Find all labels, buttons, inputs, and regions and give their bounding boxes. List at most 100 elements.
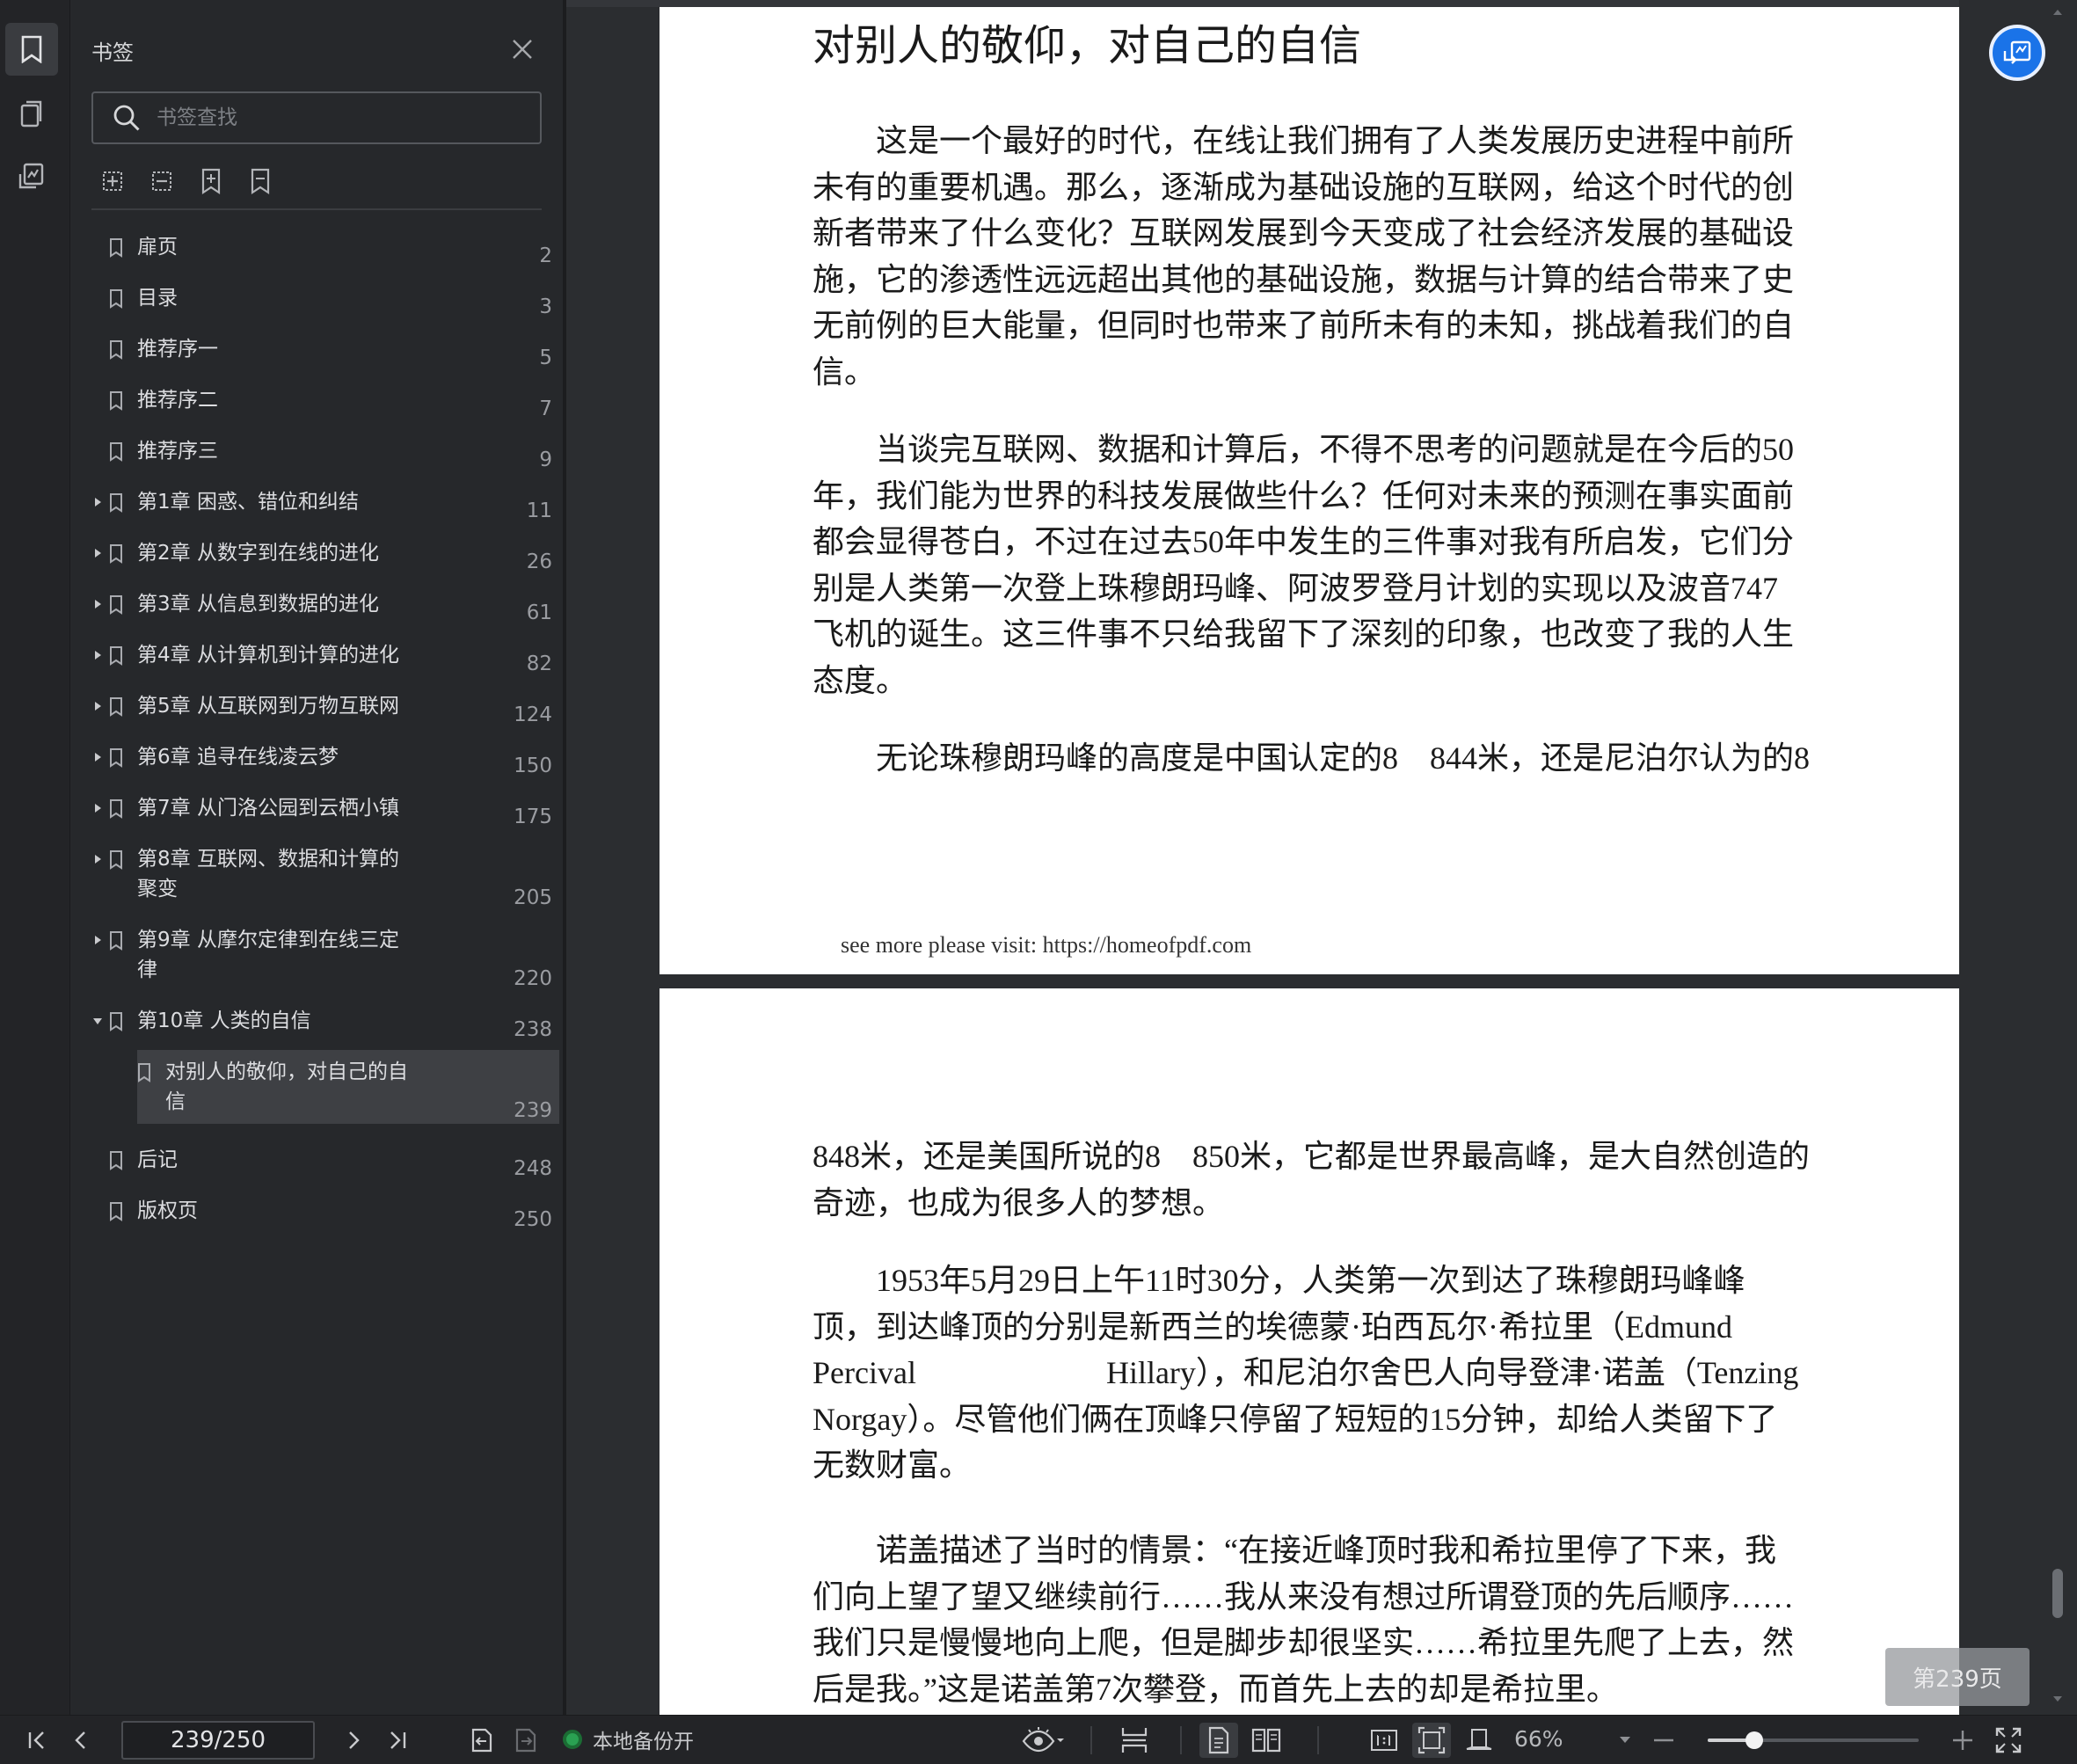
bookmark-item[interactable]: 第6章 追寻在线凌云梦 150 [70, 742, 552, 777]
next-page-button[interactable] [336, 1723, 371, 1758]
bookmark-item[interactable]: 后记 248 [70, 1145, 552, 1180]
go-back-button[interactable] [464, 1723, 499, 1758]
panel-divider [91, 208, 542, 210]
bookmark-panel-button[interactable] [5, 23, 58, 76]
bookmark-label: 第10章 人类的自信 [137, 1006, 311, 1036]
eye-care-mode-button[interactable] [1018, 1723, 1068, 1758]
bookmark-flag-icon [109, 646, 123, 666]
bookmark-label: 版权页 [137, 1196, 198, 1226]
caret-right-icon[interactable] [91, 496, 104, 508]
text-line: 都会显得苍白，不过在过去50年中发生的三件事对我有所启发，它们分 [813, 524, 1795, 559]
scroll-up-arrow[interactable] [2052, 7, 2063, 18]
zoom-out-button[interactable] [1648, 1723, 1680, 1758]
bookmark-page-number: 238 [514, 1018, 552, 1041]
caret-right-icon[interactable] [91, 934, 104, 946]
caret-right-icon[interactable] [91, 700, 104, 712]
text-line: 未有的重要机遇。那么，逐渐成为基础设施的互联网，给这个时代的创 [813, 169, 1795, 205]
text-line: 848米，还是美国所说的8 850米，它都是世界最高峰，是大自然创造的 [813, 1139, 1811, 1174]
bookmark-item[interactable]: 第5章 从互联网到万物互联网 124 [70, 691, 552, 726]
double-page-button[interactable] [1247, 1723, 1286, 1758]
fit-width-button[interactable] [1460, 1723, 1498, 1758]
single-page-button[interactable] [1199, 1723, 1238, 1758]
bookmark-item[interactable]: 推荐序一 5 [70, 334, 552, 369]
fullscreen-button[interactable] [1991, 1723, 2026, 1758]
add-bookmark-button[interactable] [195, 165, 227, 197]
annotation-panel-button[interactable] [5, 149, 58, 202]
zoom-in-button[interactable] [1947, 1723, 1979, 1758]
bookmark-page-number: 220 [514, 967, 552, 990]
bookmark-item[interactable]: 推荐序二 7 [70, 385, 552, 420]
fit-page-button[interactable] [1412, 1723, 1451, 1758]
text-line: 奇迹，也成为很多人的梦想。 [813, 1185, 1225, 1221]
last-page-button[interactable] [380, 1723, 415, 1758]
bookmark-item[interactable]: 目录 3 [70, 283, 552, 318]
previous-page-button[interactable] [63, 1723, 98, 1758]
caret-right-icon[interactable] [91, 853, 104, 865]
go-forward-button[interactable] [508, 1723, 543, 1758]
paragraph-6: 诺盖描述了当时的情景：“在接近峰顶时我和希拉里停了下来，我 们向上望了望又继续前行… [813, 1527, 1803, 1712]
scroll-down-arrow[interactable] [2052, 1694, 2063, 1704]
bookmark-flag-icon [109, 697, 123, 717]
scrollbar-thumb[interactable] [2052, 1569, 2063, 1618]
actual-size-button[interactable] [1365, 1723, 1403, 1758]
zoom-slider-knob[interactable] [1745, 1731, 1763, 1749]
text-line: 后是我。”这是诺盖第7次攀登，而首先上去的却是希拉里。 [813, 1671, 1618, 1707]
bookmark-item[interactable]: 第4章 从计算机到计算的进化 82 [70, 640, 552, 675]
caret-down-icon[interactable] [91, 1015, 104, 1027]
bookmark-item[interactable]: 版权页 250 [70, 1196, 552, 1231]
bookmark-item[interactable]: 第2章 从数字到在线的进化 26 [70, 538, 552, 573]
bookmark-flag-icon [109, 799, 123, 819]
bookmark-item[interactable]: 第10章 人类的自信 238 [70, 1006, 552, 1041]
remove-bookmark-button[interactable] [244, 165, 276, 197]
bookmark-item[interactable]: 推荐序三 9 [70, 436, 552, 471]
bookmark-item[interactable]: 扉页 2 [70, 232, 552, 267]
collapse-all-button[interactable] [146, 165, 178, 197]
plus-icon [1953, 1731, 1972, 1750]
bookmark-item[interactable]: 第7章 从门洛公园到云栖小镇 175 [70, 793, 552, 828]
eye-icon [1022, 1727, 1064, 1753]
bookmark-item[interactable]: 第8章 互联网、数据和计算的 聚变 205 [70, 844, 552, 909]
caret-right-icon[interactable] [91, 802, 104, 814]
first-page-button[interactable] [19, 1723, 55, 1758]
continuous-scroll-button[interactable] [1115, 1723, 1154, 1758]
text-line: Percival Hillary），和尼泊尔舍巴人向导登津·诺盖（Tenzing [813, 1355, 1799, 1390]
zoom-level[interactable]: 66% [1514, 1726, 1563, 1752]
panel-title: 书签 [91, 40, 134, 65]
zoom-slider[interactable] [1708, 1731, 1919, 1749]
backup-label: 本地备份开 [593, 1731, 694, 1753]
bottom-toolbar: 本地备份开 66% [0, 1715, 2077, 1764]
bookmark-label-line: 第8章 互联网、数据和计算的 [137, 848, 399, 871]
caret-right-icon[interactable] [91, 547, 104, 559]
thumbnail-panel-button[interactable] [5, 88, 58, 141]
bookmark-label-line: 目录 [137, 287, 178, 310]
convert-document-button[interactable] [1989, 25, 2045, 81]
back-icon [471, 1728, 492, 1753]
paragraph-3: 无论珠穆朗玛峰的高度是中国认定的8 844米，还是尼泊尔认为的8 [813, 735, 1810, 782]
bookmark-label: 第3章 从信息到数据的进化 [137, 589, 379, 619]
bookmark-item[interactable]: 对别人的敬仰，对自己的自信 239 [70, 1050, 559, 1124]
bookmark-label-line: 第7章 从门洛公园到云栖小镇 [137, 797, 399, 820]
page-number-input[interactable] [121, 1721, 315, 1760]
bookmark-label: 第8章 互联网、数据和计算的 聚变 [137, 844, 399, 904]
zoom-dropdown-button[interactable] [1614, 1723, 1636, 1758]
bookmark-label: 对别人的敬仰，对自己的自信 [165, 1057, 408, 1117]
close-panel-button[interactable] [506, 33, 538, 65]
remove-bookmark-icon [251, 168, 270, 195]
annotation-icon [18, 163, 44, 189]
text-line: 无数财富。 [813, 1447, 972, 1483]
caret-right-icon[interactable] [91, 649, 104, 661]
bookmark-item[interactable]: 第1章 困惑、错位和纠结 11 [70, 487, 552, 522]
bookmark-item[interactable]: 第3章 从信息到数据的进化 61 [70, 589, 552, 624]
bookmark-search-box[interactable] [91, 91, 542, 144]
expand-all-button[interactable] [97, 165, 128, 197]
fit-page-icon [1417, 1726, 1446, 1754]
caret-right-icon[interactable] [91, 598, 104, 610]
actual-size-icon [1371, 1730, 1397, 1751]
collapse-all-icon [152, 171, 171, 191]
bookmark-search-input[interactable] [157, 102, 526, 134]
local-backup-status[interactable]: 本地备份开 [563, 1724, 694, 1754]
bookmark-flag-icon [109, 850, 123, 870]
caret-right-icon[interactable] [91, 751, 104, 763]
bookmark-label-line: 第9章 从摩尔定律到在线三定 [137, 929, 399, 951]
bookmark-item[interactable]: 第9章 从摩尔定律到在线三定律 220 [70, 925, 552, 990]
